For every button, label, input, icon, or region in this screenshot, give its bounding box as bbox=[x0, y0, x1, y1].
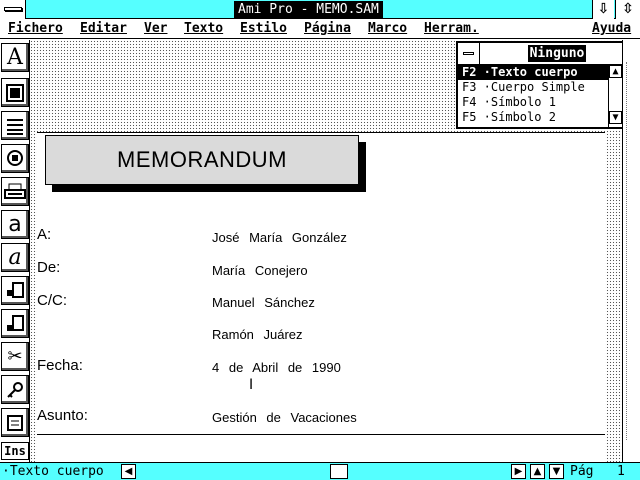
style-item[interactable]: F4 ·Símbolo 1 bbox=[458, 95, 608, 110]
status-left-arrow-icon[interactable]: ◀ bbox=[121, 464, 136, 479]
cut-paste-icon[interactable] bbox=[1, 276, 29, 305]
status-page[interactable]: Pág 1 bbox=[570, 463, 625, 480]
arrow-updown-icon: ⇳ bbox=[622, 1, 634, 17]
page-top-border bbox=[37, 132, 605, 133]
menu-estilo[interactable]: Estilo bbox=[240, 20, 287, 38]
scissors-icon[interactable]: ✂ bbox=[1, 342, 29, 371]
field-label-cc: C/C: bbox=[37, 292, 67, 309]
paragraph-lines-icon[interactable] bbox=[1, 111, 29, 140]
frame-tool-icon[interactable] bbox=[1, 78, 29, 107]
spell-check-icon[interactable] bbox=[1, 408, 29, 437]
menu-herram[interactable]: Herram. bbox=[424, 20, 479, 38]
field-label-subject: Asunto: bbox=[37, 407, 88, 424]
styles-box-title-bar: Ninguno bbox=[458, 43, 622, 65]
minimize-button[interactable]: ⇩ bbox=[592, 0, 614, 19]
field-value-cc-2: Ramón Juárez bbox=[212, 327, 303, 342]
menu-ver[interactable]: Ver bbox=[144, 20, 167, 38]
style-item[interactable]: F5 ·Símbolo 2 bbox=[458, 110, 608, 125]
field-value-to: José María González bbox=[212, 230, 347, 245]
styles-list: F2 ·Texto cuerpo F3 ·Cuerpo Simple F4 ·S… bbox=[458, 65, 608, 127]
memo-title: MEMORANDUM bbox=[117, 147, 287, 172]
smarticon-toolbox: A a a ✂ Ins bbox=[0, 40, 30, 462]
menu-editar[interactable]: Editar bbox=[80, 20, 127, 38]
system-menu-button[interactable] bbox=[0, 0, 26, 19]
maximize-button[interactable]: ⇳ bbox=[615, 0, 640, 19]
field-value-date: 4 de Abril de 1990 bbox=[212, 360, 341, 375]
title-bar: Ami Pro - MEMO.SAM ⇩ ⇳ bbox=[0, 0, 640, 19]
insert-mode-indicator[interactable]: Ins bbox=[1, 442, 29, 460]
vertical-scrollbar[interactable] bbox=[622, 40, 640, 462]
style-item[interactable]: F2 ·Texto cuerpo bbox=[458, 65, 608, 80]
bottom-rule bbox=[37, 434, 605, 435]
printer-icon[interactable] bbox=[1, 177, 29, 206]
ibeam-cursor-icon: I bbox=[249, 377, 254, 393]
field-label-to: A: bbox=[37, 226, 52, 243]
text-tool-icon[interactable]: A bbox=[1, 43, 29, 72]
menu-bar: Fichero Editar Ver Texto Estilo Página M… bbox=[0, 19, 640, 39]
italic-a-icon[interactable]: a bbox=[1, 243, 29, 272]
styles-box-control-menu[interactable] bbox=[458, 43, 480, 64]
field-value-cc: Manuel Sánchez bbox=[212, 295, 315, 310]
menu-fichero[interactable]: Fichero bbox=[8, 20, 63, 38]
system-menu-icon bbox=[4, 7, 22, 11]
arrow-down-icon: ⇩ bbox=[597, 1, 610, 17]
menu-texto[interactable]: Texto bbox=[184, 20, 223, 38]
scroll-down-arrow-icon[interactable]: ▼ bbox=[609, 111, 622, 124]
status-bar: ·Texto cuerpo ◀ ▶ ▲ ▼ Pág 1 bbox=[0, 462, 640, 480]
control-menu-icon bbox=[463, 52, 474, 55]
status-right-arrow-icon[interactable]: ▶ bbox=[511, 464, 526, 479]
magnify-icon[interactable] bbox=[1, 144, 29, 173]
menu-marco[interactable]: Marco bbox=[368, 20, 407, 38]
bold-a-icon[interactable]: a bbox=[1, 210, 29, 239]
key-icon[interactable] bbox=[1, 375, 29, 404]
window-title: Ami Pro - MEMO.SAM bbox=[234, 1, 383, 18]
copy-paste-icon[interactable] bbox=[1, 309, 29, 338]
scroll-track[interactable] bbox=[626, 62, 638, 440]
page-down-icon[interactable]: ▼ bbox=[549, 464, 564, 479]
page-up-icon[interactable]: ▲ bbox=[530, 464, 545, 479]
page-number: 1 bbox=[616, 464, 625, 479]
field-value-subject: Gestión de Vacaciones bbox=[212, 410, 357, 425]
status-style-name[interactable]: ·Texto cuerpo bbox=[2, 463, 104, 480]
style-item[interactable]: F3 ·Cuerpo Simple bbox=[458, 80, 608, 95]
styles-scrollbar[interactable]: ▲ ▼ bbox=[608, 65, 622, 127]
field-value-from: María Conejero bbox=[212, 263, 308, 278]
page-label: Pág bbox=[570, 464, 594, 479]
scroll-up-arrow-icon[interactable]: ▲ bbox=[609, 65, 622, 78]
styles-box: Ninguno F2 ·Texto cuerpo F3 ·Cuerpo Simp… bbox=[456, 41, 624, 129]
menu-ayuda[interactable]: Ayuda bbox=[592, 20, 631, 38]
styles-box-title: Ninguno bbox=[528, 45, 586, 62]
menu-pagina[interactable]: Página bbox=[304, 20, 351, 38]
document-page[interactable]: MEMORANDUM A: José María González De: Ma… bbox=[37, 132, 605, 462]
field-label-date: Fecha: bbox=[37, 357, 83, 374]
status-scroll-thumb[interactable] bbox=[330, 464, 348, 479]
field-label-from: De: bbox=[37, 259, 61, 276]
memo-title-frame[interactable]: MEMORANDUM bbox=[45, 135, 359, 185]
